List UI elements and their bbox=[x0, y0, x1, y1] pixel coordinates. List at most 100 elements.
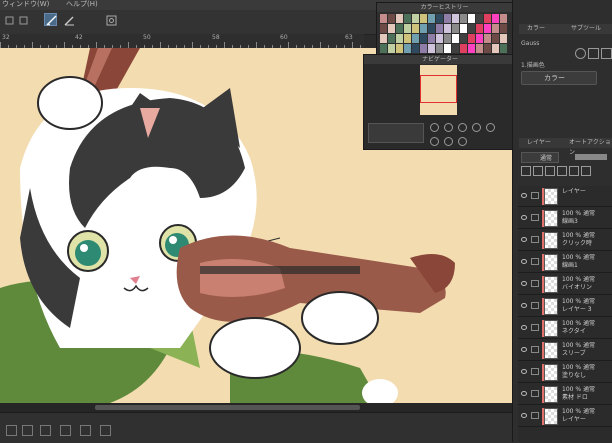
frame-icon[interactable] bbox=[6, 425, 17, 436]
layer-list[interactable]: レイヤー 100 % 通常 線画3 100 % 通常 クリック時 100 % 通常 線… bbox=[518, 186, 612, 442]
color-swatch[interactable] bbox=[388, 14, 395, 23]
color-swatch[interactable] bbox=[428, 24, 435, 33]
color-swatch[interactable] bbox=[468, 44, 475, 53]
brush-icon[interactable] bbox=[100, 425, 111, 436]
grid-icon[interactable] bbox=[601, 48, 612, 59]
color-swatch[interactable] bbox=[492, 34, 499, 43]
eye-icon[interactable] bbox=[521, 369, 527, 374]
color-swatch[interactable] bbox=[484, 14, 491, 23]
color-swatch[interactable] bbox=[476, 44, 483, 53]
color-swatch[interactable] bbox=[492, 24, 499, 33]
rotate-right-icon[interactable] bbox=[430, 137, 439, 146]
blend-mode-select[interactable]: 通常 bbox=[521, 152, 559, 163]
color-swatch[interactable] bbox=[452, 44, 459, 53]
color-swatch[interactable] bbox=[404, 14, 411, 23]
settings-icon[interactable] bbox=[104, 13, 117, 26]
color-swatch[interactable] bbox=[468, 14, 475, 23]
color-swatch[interactable] bbox=[444, 14, 451, 23]
zoom-out-icon[interactable] bbox=[430, 123, 439, 132]
eye-icon[interactable] bbox=[521, 391, 527, 396]
layer-row[interactable]: 100 % 通常 ネクタイ bbox=[518, 318, 612, 339]
eye-icon[interactable] bbox=[521, 413, 527, 418]
layer-row[interactable]: 100 % 通常 バイオリン bbox=[518, 274, 612, 295]
square-icon[interactable] bbox=[2, 13, 15, 26]
rotate-left-icon[interactable] bbox=[486, 123, 495, 132]
layer-row[interactable]: 100 % 通常 レイヤー bbox=[518, 406, 612, 427]
color-swatch[interactable] bbox=[436, 14, 443, 23]
eye-icon[interactable] bbox=[521, 347, 527, 352]
layer-lock-icon[interactable] bbox=[531, 258, 539, 265]
square-icon[interactable] bbox=[588, 48, 599, 59]
tab-subtool[interactable]: サブツール bbox=[563, 24, 601, 34]
layer-row[interactable]: 100 % 通常 線画1 bbox=[518, 252, 612, 273]
color-swatch[interactable] bbox=[476, 14, 483, 23]
zoom-in-icon[interactable] bbox=[444, 123, 453, 132]
color-swatch[interactable] bbox=[500, 44, 507, 53]
color-swatch[interactable] bbox=[380, 34, 387, 43]
color-swatch[interactable] bbox=[388, 34, 395, 43]
layer-lock-icon[interactable] bbox=[531, 368, 539, 375]
tab-color[interactable]: カラー bbox=[519, 24, 545, 34]
zoom-slider[interactable] bbox=[368, 123, 424, 143]
color-swatch[interactable] bbox=[444, 24, 451, 33]
layer-lock-icon[interactable] bbox=[531, 390, 539, 397]
layer-row[interactable]: 100 % 通常 クリック時 bbox=[518, 230, 612, 251]
color-swatch[interactable] bbox=[492, 14, 499, 23]
color-swatch[interactable] bbox=[404, 34, 411, 43]
circle-icon[interactable] bbox=[575, 48, 586, 59]
color-swatch[interactable] bbox=[404, 44, 411, 53]
opacity-slider[interactable] bbox=[575, 154, 607, 160]
layer-row[interactable]: レイヤー bbox=[518, 186, 612, 207]
color-swatch[interactable] bbox=[484, 44, 491, 53]
layer-row[interactable]: 100 % 通常 素材 ドロ bbox=[518, 384, 612, 405]
eye-icon[interactable] bbox=[521, 259, 527, 264]
color-swatch[interactable] bbox=[436, 24, 443, 33]
layer-lock-icon[interactable] bbox=[531, 302, 539, 309]
layer-row[interactable]: 100 % 通常 塗りなし bbox=[518, 362, 612, 383]
fit-icon[interactable] bbox=[458, 123, 467, 132]
color-swatch[interactable] bbox=[396, 24, 403, 33]
color-swatch[interactable] bbox=[428, 44, 435, 53]
eye-icon[interactable] bbox=[521, 215, 527, 220]
folder-icon[interactable] bbox=[569, 166, 579, 176]
color-swatch[interactable] bbox=[428, 14, 435, 23]
layer-lock-icon[interactable] bbox=[531, 214, 539, 221]
color-swatch[interactable] bbox=[492, 44, 499, 53]
horizontal-scroll-thumb[interactable] bbox=[95, 405, 360, 410]
clip-icon[interactable] bbox=[533, 166, 543, 176]
color-swatch[interactable] bbox=[412, 34, 419, 43]
color-swatch[interactable] bbox=[396, 14, 403, 23]
layer-row[interactable]: 100 % 通常 スリーブ bbox=[518, 340, 612, 361]
reference-icon[interactable] bbox=[545, 166, 555, 176]
rotate-icon[interactable] bbox=[80, 425, 91, 436]
color-swatch[interactable] bbox=[476, 24, 483, 33]
new-layer-icon[interactable] bbox=[557, 166, 567, 176]
color-swatch[interactable] bbox=[468, 24, 475, 33]
color-swatch[interactable] bbox=[396, 34, 403, 43]
color-swatch[interactable] bbox=[460, 14, 467, 23]
color-swatch[interactable] bbox=[380, 44, 387, 53]
reset-icon[interactable] bbox=[458, 137, 467, 146]
lock-icon[interactable] bbox=[521, 166, 531, 176]
color-swatch[interactable] bbox=[452, 14, 459, 23]
color-swatch[interactable] bbox=[420, 34, 427, 43]
color-select[interactable]: カラー bbox=[521, 71, 597, 85]
actual-size-icon[interactable] bbox=[472, 123, 481, 132]
color-swatch[interactable] bbox=[412, 24, 419, 33]
color-swatch[interactable] bbox=[396, 44, 403, 53]
color-swatch[interactable] bbox=[444, 44, 451, 53]
color-swatch[interactable] bbox=[460, 44, 467, 53]
flip-icon[interactable] bbox=[444, 137, 453, 146]
color-swatch[interactable] bbox=[404, 24, 411, 33]
layer-row[interactable]: 100 % 通常 線画3 bbox=[518, 208, 612, 229]
color-swatch[interactable] bbox=[484, 34, 491, 43]
color-swatch[interactable] bbox=[444, 34, 451, 43]
tab-auto-action[interactable]: オートアクション bbox=[561, 138, 612, 156]
layer-lock-icon[interactable] bbox=[531, 412, 539, 419]
color-swatch[interactable] bbox=[420, 14, 427, 23]
color-swatch[interactable] bbox=[388, 44, 395, 53]
eye-icon[interactable] bbox=[521, 281, 527, 286]
navigator-view-rect[interactable] bbox=[420, 75, 457, 103]
color-swatch[interactable] bbox=[380, 14, 387, 23]
color-swatch[interactable] bbox=[500, 34, 507, 43]
